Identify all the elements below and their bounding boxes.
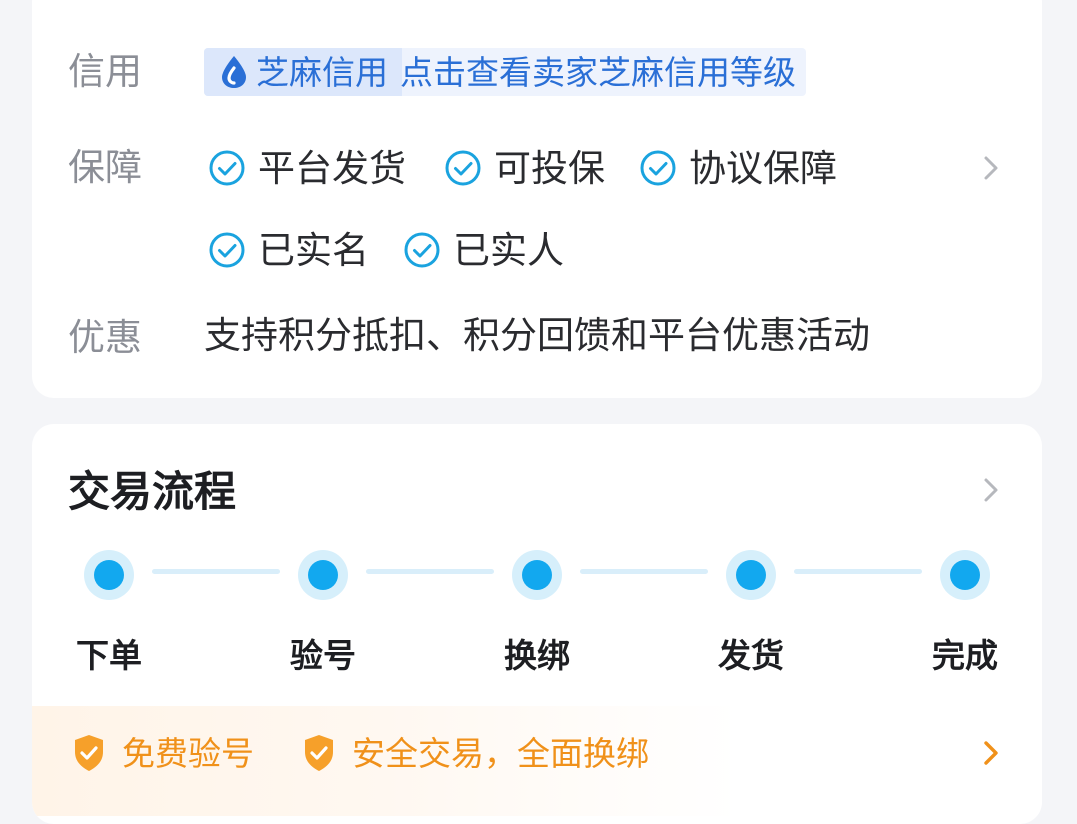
guarantee-tag: 已实名 bbox=[208, 228, 369, 272]
step-label: 发货 bbox=[718, 636, 784, 675]
step-connector bbox=[366, 569, 494, 574]
discount-label: 优惠 bbox=[68, 316, 142, 359]
step-connector bbox=[580, 569, 708, 574]
step-node bbox=[940, 550, 990, 600]
chevron-right-icon[interactable] bbox=[980, 152, 1002, 184]
step-label: 下单 bbox=[76, 636, 142, 675]
guarantee-tag: 平台发货 bbox=[208, 146, 406, 190]
guarantee-label: 保障 bbox=[68, 146, 142, 189]
step-node bbox=[512, 550, 562, 600]
view-credit-level-link[interactable]: 点击查看卖家芝麻信用等级 bbox=[400, 56, 796, 89]
guarantee-tag-text: 平台发货 bbox=[258, 146, 406, 190]
shield-check-icon bbox=[75, 735, 103, 771]
guarantee-tag: 已实人 bbox=[403, 228, 564, 272]
credit-label: 信用 bbox=[68, 50, 142, 93]
benefit-text: 免费验号 bbox=[122, 733, 254, 773]
shield-check-icon bbox=[305, 735, 333, 771]
service-info-card: 信用 芝麻信用 点击查看卖家芝麻信用等级 保障 平台发货 可投保 协议保障 已实… bbox=[32, 0, 1042, 398]
sesame-credit-link[interactable]: 芝麻信用 点击查看卖家芝麻信用等级 bbox=[204, 48, 806, 96]
discount-text: 支持积分抵扣、积分回馈和平台优惠活动 bbox=[204, 314, 870, 357]
guarantee-tag-text: 可投保 bbox=[494, 146, 605, 190]
check-circle-icon bbox=[209, 232, 245, 268]
guarantee-tag-text: 已实名 bbox=[258, 228, 369, 272]
step-connector bbox=[794, 569, 922, 574]
benefit-item: 安全交易，全面换绑 bbox=[302, 733, 649, 773]
step-node bbox=[298, 550, 348, 600]
guarantee-tag-text: 已实人 bbox=[453, 228, 564, 272]
chevron-right-icon[interactable] bbox=[980, 474, 1002, 506]
step-label: 完成 bbox=[932, 636, 998, 675]
sesame-credit-icon bbox=[222, 56, 246, 88]
trade-flow-title: 交易流程 bbox=[68, 467, 237, 516]
guarantee-tag-text: 协议保障 bbox=[689, 146, 837, 190]
step-label: 换绑 bbox=[504, 636, 570, 675]
step-node bbox=[726, 550, 776, 600]
check-circle-icon bbox=[445, 150, 481, 186]
step-node bbox=[84, 550, 134, 600]
step-label: 验号 bbox=[290, 636, 356, 675]
trade-flow-card: 交易流程 下单 验号 换绑 发货 完成 免费验号 安全交易，全面换绑 bbox=[32, 424, 1042, 824]
step-connector bbox=[152, 569, 280, 574]
check-circle-icon bbox=[209, 150, 245, 186]
guarantee-tag: 协议保障 bbox=[639, 146, 837, 190]
check-circle-icon bbox=[640, 150, 676, 186]
check-circle-icon bbox=[404, 232, 440, 268]
benefit-text: 安全交易，全面换绑 bbox=[352, 733, 649, 773]
sesame-credit-brand: 芝麻信用 bbox=[256, 52, 388, 92]
guarantee-tag: 可投保 bbox=[444, 146, 605, 190]
benefit-item: 免费验号 bbox=[72, 733, 254, 773]
chevron-right-icon[interactable] bbox=[980, 737, 1002, 769]
